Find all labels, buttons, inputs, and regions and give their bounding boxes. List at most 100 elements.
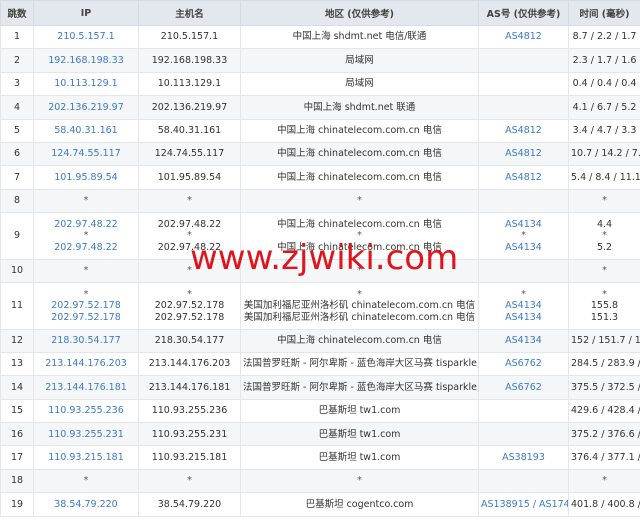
region-value: 巴基斯坦 tw1.com [318, 405, 401, 417]
ip-value: * [83, 475, 89, 487]
host-value: 110.93.255.236 [151, 405, 228, 417]
ip-value: * [83, 288, 89, 300]
region-cell: 局域网 [240, 48, 479, 73]
time-value: 401.8 / 400.8 / 403.1 [571, 498, 640, 510]
time-cell: 152 / 151.7 / 151 [568, 328, 640, 353]
time-value: 284.5 / 283.9 / 281.9 [571, 358, 640, 370]
time-value: 2.3 / 1.7 / 1.6 [572, 54, 637, 66]
host-value: 202.136.219.97 [151, 101, 228, 113]
time-cell: * [568, 258, 640, 284]
as-cell [478, 422, 569, 447]
host-value: 38.54.79.220 [157, 498, 222, 510]
as-link[interactable]: AS138915 / AS174 [481, 499, 568, 511]
ip-link[interactable]: 10.113.129.1 [36, 78, 136, 90]
ip-link[interactable]: 58.40.31.161 [36, 125, 136, 137]
as-link[interactable]: AS4812 [481, 125, 566, 137]
ip-link[interactable]: 38.54.79.220 [36, 499, 136, 511]
as-link[interactable]: AS4134 [481, 219, 566, 231]
as-value: * [521, 288, 526, 300]
table-row: 4 202.136.219.97 202.136.219.97 中国上海 shdmt.… [0, 95, 640, 120]
ip-cell: 202.136.219.97 [33, 95, 139, 120]
time-value: 155.8 [590, 300, 619, 312]
host-cell: * [138, 258, 241, 284]
as-cell [478, 468, 569, 494]
as-cell [478, 71, 569, 97]
ip-link[interactable]: 110.93.215.181 [36, 452, 136, 464]
ip-link[interactable]: 213.144.176.181 [36, 382, 136, 394]
ip-link[interactable]: 124.74.55.117 [36, 148, 136, 160]
as-cell: AS6762 [478, 351, 569, 377]
host-value: 213.144.176.181 [148, 381, 231, 393]
region-value: 中国上海 chinatelecom.com.cn 电信 [277, 241, 442, 253]
hop-cell: 16 [0, 422, 34, 447]
time-cell: 8.7 / 2.2 / 1.7 [568, 24, 640, 50]
ip-link[interactable]: 213.144.176.203 [36, 358, 136, 370]
region-cell: * [240, 188, 479, 214]
time-cell: 4.1 / 6.7 / 5.2 [568, 95, 640, 120]
time-cell: * [568, 468, 640, 494]
ip-link[interactable]: 202.97.48.22 [36, 219, 136, 231]
as-link[interactable]: AS4134 [481, 335, 566, 347]
table-row: 12 218.30.54.177 218.30.54.177 中国上海 chinate… [0, 328, 640, 353]
host-value: 10.113.129.1 [157, 78, 222, 90]
as-link[interactable]: AS6762 [481, 358, 566, 370]
hop-cell: 13 [0, 351, 34, 377]
ip-link[interactable]: 202.97.52.178 [36, 300, 136, 312]
ip-cell: * [33, 258, 139, 284]
host-cell: 213.144.176.203 [138, 351, 241, 377]
ip-link[interactable]: 192.168.198.33 [36, 55, 136, 67]
time-value: 375.5 / 372.5 / 374 [571, 381, 640, 393]
as-link[interactable]: AS4134 [481, 312, 566, 324]
as-cell [478, 188, 569, 214]
time-cell: 10.7 / 14.2 / 7.2 [568, 141, 640, 167]
region-value: 中国上海 chinatelecom.com.cn 电信 [277, 125, 442, 136]
host-cell: 110.93.215.181 [138, 445, 241, 470]
hop-cell: 17 [0, 445, 34, 470]
as-link[interactable]: AS4134 [481, 242, 566, 254]
host-value: 110.93.255.231 [151, 428, 228, 440]
ip-cell: * 202.97.52.178 202.97.52.178 [33, 282, 139, 330]
as-value [481, 102, 566, 114]
ip-cell: 110.93.255.231 [33, 422, 139, 447]
as-link[interactable]: AS4812 [481, 172, 566, 184]
time-value: 4.1 / 6.7 / 5.2 [572, 101, 637, 113]
host-cell: 110.93.255.231 [138, 422, 241, 447]
ip-link[interactable]: 202.97.48.22 [36, 242, 136, 254]
as-link[interactable]: AS6762 [481, 382, 566, 394]
time-cell: 284.5 / 283.9 / 281.9 [568, 351, 640, 377]
host-value: 124.74.55.117 [154, 148, 225, 160]
as-link[interactable]: AS4812 [481, 31, 566, 43]
as-cell: AS4812 [478, 165, 569, 190]
ip-cell: 213.144.176.181 [33, 375, 139, 400]
host-cell: 218.30.54.177 [138, 328, 241, 353]
as-link[interactable]: AS38193 [481, 452, 566, 464]
host-value: 202.97.52.178 [154, 300, 225, 312]
ip-cell: * [33, 188, 139, 214]
time-value: 5.4 / 8.4 / 11.1 [571, 171, 640, 183]
time-value: 152 / 151.7 / 151 [571, 334, 640, 346]
ip-link[interactable]: 202.136.219.97 [36, 102, 136, 114]
host-value: 202.97.48.22 [157, 241, 222, 253]
ip-link[interactable]: 110.93.255.231 [36, 429, 136, 441]
table-row: 3 10.113.129.1 10.113.129.1 局域网 0.4 / 0.4 /… [0, 71, 640, 97]
region-value: 局域网 [345, 54, 374, 66]
time-value: 5.2 [596, 241, 613, 253]
region-cell: 法国普罗旺斯 - 阿尔卑斯 - 蓝色海岸大区马赛 tisparkle.com [240, 351, 479, 377]
ip-value: * [83, 230, 89, 242]
region-cell: 巴基斯坦 tw1.com [240, 445, 479, 470]
ip-cell: 202.97.48.22 * 202.97.48.22 [33, 212, 139, 260]
ip-link[interactable]: 101.95.89.54 [36, 172, 136, 184]
as-link[interactable]: AS4812 [481, 148, 566, 160]
ip-cell: 10.113.129.1 [33, 71, 139, 97]
time-cell: 375.5 / 372.5 / 374 [568, 375, 640, 400]
host-cell: * [138, 188, 241, 214]
region-value: 法国普罗旺斯 - 阿尔卑斯 - 蓝色海岸大区马赛 tisparkle.com [243, 358, 479, 370]
ip-link[interactable]: 202.97.52.178 [36, 312, 136, 324]
as-value: * [521, 230, 526, 242]
as-link[interactable]: AS4134 [481, 300, 566, 312]
ip-link[interactable]: 218.30.54.177 [36, 335, 136, 347]
host-cell: 124.74.55.117 [138, 141, 241, 167]
ip-link[interactable]: 110.93.255.236 [36, 405, 136, 417]
ip-value: * [83, 195, 89, 207]
ip-link[interactable]: 210.5.157.1 [36, 31, 136, 43]
